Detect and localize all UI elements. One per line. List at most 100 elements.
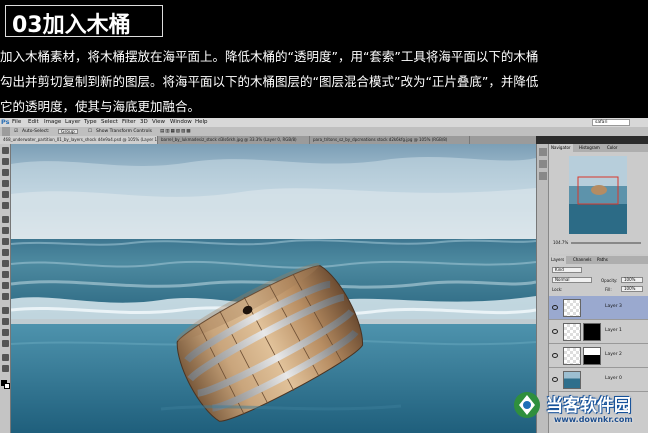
pen-tool-icon[interactable] (2, 307, 9, 314)
lasso-tool-icon[interactable] (2, 169, 9, 176)
gradient-tool-icon[interactable] (2, 271, 9, 278)
auto-select-checkbox[interactable]: ☑ (14, 127, 18, 136)
quick-select-tool-icon[interactable] (2, 180, 9, 187)
dodge-tool-icon[interactable] (2, 293, 9, 300)
lock-label: Lock: (552, 287, 563, 292)
document-tab-3[interactable]: para_tritons_sz_by_dpcreations stock d2k… (310, 136, 470, 144)
description-line-3: 它的透明度，使其与海底更加融合。 (0, 99, 201, 114)
menu-help[interactable]: Help (195, 118, 208, 127)
eye-icon[interactable] (552, 377, 558, 382)
navigator-zoom-slider[interactable] (571, 242, 641, 244)
blend-mode-dropdown[interactable]: Normal (552, 277, 592, 283)
auto-select-dropdown[interactable]: Group (58, 129, 78, 135)
layer-name: Layer 1 (605, 328, 622, 333)
document-tab-2[interactable]: barrel_by_lukmadesiz_stock d3ls6rkh.jpg … (158, 136, 310, 144)
photoshop-window: Ps File Edit Image Layer Type Select Fil… (0, 118, 648, 433)
menu-file[interactable]: File (12, 118, 21, 127)
history-panel-icon[interactable] (539, 148, 547, 156)
canvas-artwork (11, 144, 536, 433)
document-canvas[interactable] (11, 144, 536, 433)
document-tab-1[interactable]: 468_underwater_partition_01_by_layers_sh… (0, 136, 158, 144)
tab-layers[interactable]: Layers (549, 256, 567, 264)
layer-row-layer-3[interactable]: Layer 3 (549, 296, 648, 320)
site-watermark: 当客软件园 www.downkr.com (510, 388, 648, 433)
tab-histogram[interactable]: Histogram (577, 144, 602, 152)
menu-edit[interactable]: Edit (28, 118, 39, 127)
layer-thumbnail (563, 323, 581, 341)
menu-select[interactable]: Select (101, 118, 118, 127)
layer-filter-kind[interactable]: Kind (552, 267, 582, 273)
navigator-tabs: Navigator Histogram Color (549, 144, 648, 152)
healing-brush-icon[interactable] (2, 216, 9, 223)
hand-tool-icon[interactable] (2, 354, 9, 361)
tools-panel (0, 144, 11, 433)
background-color-swatch[interactable] (4, 383, 10, 389)
auto-select-label: Auto-Select: (22, 129, 50, 134)
layers-panel-tabs: Layers Channels Paths (549, 256, 648, 264)
watermark-url: www.downkr.com (554, 415, 633, 424)
layer-name: Layer 0 (605, 376, 622, 381)
navigator-preview (569, 156, 627, 234)
opacity-label: Opacity: (601, 278, 618, 283)
layer-mask-thumbnail[interactable] (583, 347, 601, 365)
photoshop-logo: Ps (1, 118, 10, 126)
tab-color[interactable]: Color (605, 144, 619, 152)
menu-type[interactable]: Type (84, 118, 97, 127)
layer-name: Layer 3 (605, 304, 622, 309)
history-brush-icon[interactable] (2, 249, 9, 256)
document-tabs: 468_underwater_partition_01_by_layers_sh… (0, 136, 536, 144)
layer-thumbnail (563, 299, 581, 317)
menu-view[interactable]: View (152, 118, 165, 127)
eye-icon[interactable] (552, 353, 558, 358)
menu-bar: Ps File Edit Image Layer Type Select Fil… (0, 118, 648, 127)
layer-mask-thumbnail[interactable] (583, 323, 601, 341)
eye-icon[interactable] (552, 329, 558, 334)
menu-filter[interactable]: Filter (122, 118, 136, 127)
tab-paths[interactable]: Paths (595, 256, 610, 264)
menu-3d[interactable]: 3D (140, 118, 148, 127)
marquee-tool-icon[interactable] (2, 158, 9, 165)
watermark-logo-icon (514, 392, 540, 418)
options-bar: ☑ Auto-Select: Group ☐ Show Transform Co… (0, 127, 648, 136)
move-tool-options-icon (2, 127, 10, 136)
menu-image[interactable]: Image (44, 118, 61, 127)
layer-row-layer-1[interactable]: Layer 1 (549, 320, 648, 344)
adjustments-panel-icon[interactable] (539, 172, 547, 180)
transform-controls-checkbox[interactable]: ☐ (88, 127, 92, 136)
eye-icon[interactable] (552, 305, 558, 310)
move-tool-icon[interactable] (2, 147, 9, 154)
layer-name: Layer 2 (605, 352, 622, 357)
menu-layer[interactable]: Layer (65, 118, 80, 127)
step-title-box: 03加入木桶 (5, 5, 163, 38)
step-title: 03加入木桶 (12, 13, 131, 38)
align-buttons-icon[interactable]: ▤▥▦▧▨▩ (160, 127, 192, 136)
layer-thumbnail (563, 371, 581, 389)
tutorial-header: 03加入木桶 加入木桶素材，将木桶摆放在海平面上。降低木桶的“透明度”，用“套索… (0, 0, 648, 118)
path-select-icon[interactable] (2, 329, 9, 336)
layer-row-layer-2[interactable]: Layer 2 (549, 344, 648, 368)
type-tool-icon[interactable] (2, 318, 9, 325)
fill-label: Fill: (605, 287, 612, 292)
menu-window[interactable]: Window (170, 118, 192, 127)
zoom-tool-icon[interactable] (2, 365, 9, 372)
clone-stamp-icon[interactable] (2, 238, 9, 245)
blur-tool-icon[interactable] (2, 282, 9, 289)
eyedropper-tool-icon[interactable] (2, 202, 9, 209)
layer-thumbnail (563, 347, 581, 365)
navigator-thumbnail[interactable] (569, 156, 627, 234)
properties-panel-icon[interactable] (539, 160, 547, 168)
description-line-1: 加入木桶素材，将木桶摆放在海平面上。降低木桶的“透明度”，用“套索”工具将海平面… (0, 49, 539, 64)
navigator-zoom-value[interactable]: 104.7% (553, 240, 568, 245)
fill-field[interactable]: 100% (621, 286, 643, 292)
crop-tool-icon[interactable] (2, 191, 9, 198)
step-description: 加入木桶素材，将木桶摆放在海平面上。降低木桶的“透明度”，用“套索”工具将海平面… (0, 44, 648, 119)
tab-navigator[interactable]: Navigator (549, 144, 573, 152)
brush-tool-icon[interactable] (2, 227, 9, 234)
shape-tool-icon[interactable] (2, 340, 9, 347)
navigator-panel: Navigator Histogram Color 104.7% (549, 144, 648, 254)
eraser-tool-icon[interactable] (2, 260, 9, 267)
tab-channels[interactable]: Channels (571, 256, 594, 264)
workspace-search-field[interactable]: safari (592, 119, 630, 126)
description-line-2: 勾出并剪切复制到新的图层。将海平面以下的木桶图层的“图层混合模式”改为“正片叠底… (0, 74, 539, 89)
opacity-field[interactable]: 100% (621, 277, 643, 283)
